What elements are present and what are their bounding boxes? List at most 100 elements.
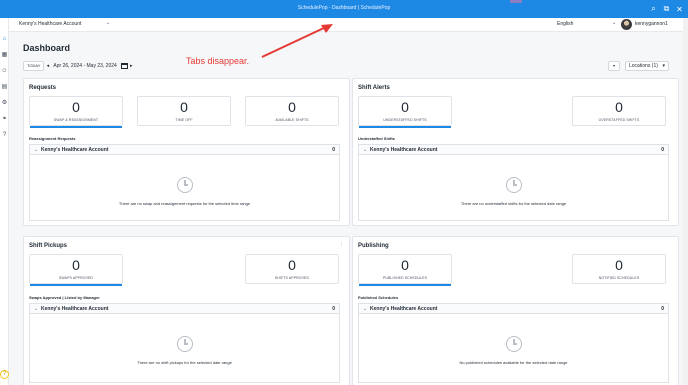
stat-label: SHIFTS APPROVED	[274, 276, 310, 280]
stat-label: PUBLISHED SCHEDULES	[382, 276, 428, 280]
section-subheading: Understaffed Shifts	[358, 136, 395, 141]
stat-card-understaffed[interactable]: 0 UNDERSTAFFED SHIFTS	[358, 96, 452, 128]
group-table: ⌄ Kenny's Healthcare Account 0 There are…	[29, 303, 340, 383]
date-range-label[interactable]: Apr 26, 2024 - May 23, 2024	[51, 63, 118, 69]
avatar[interactable]	[621, 19, 632, 30]
left-nav-rail: ⌂ ▦ ☺ ▤ ⚙ ⚭ ? ?	[0, 18, 9, 385]
shift-alerts-panel: Shift Alerts 0 UNDERSTAFFED SHIFTS 0 OVE…	[352, 78, 679, 226]
stat-card-available[interactable]: 0 AVAILABLE SHIFTS	[245, 96, 339, 126]
panel-title: Publishing	[358, 243, 389, 249]
group-count: 0	[661, 147, 664, 153]
panel-title: Shift Pickups	[29, 243, 68, 249]
group-name: Kenny's Healthcare Account	[370, 306, 438, 312]
extension-icon[interactable]: ⧉	[661, 4, 672, 14]
group-name: Kenny's Healthcare Account	[370, 147, 438, 153]
clock-icon	[177, 177, 193, 193]
stat-card-swap[interactable]: 0 SWAP & REASSIGNMENT	[29, 96, 123, 128]
prev-range-button[interactable]: ◂	[44, 63, 51, 69]
stat-value: 0	[180, 99, 188, 115]
active-indicator	[359, 284, 451, 286]
main-content: Dashboard TODAY ◂ Apr 26, 2024 - May 23,…	[9, 32, 688, 385]
next-range-button[interactable]: ▸	[128, 63, 135, 69]
stat-card-published[interactable]: 0 PUBLISHED SCHEDULES	[358, 254, 452, 286]
stat-label: NOTIFIED SCHEDULES	[598, 276, 640, 280]
stat-value: 0	[615, 257, 623, 273]
search-icon[interactable]: ⌕	[648, 4, 659, 14]
today-button[interactable]: TODAY	[23, 61, 45, 71]
stat-card-time-off[interactable]: 0 TIME OFF	[137, 96, 231, 126]
section-subheading: Published Schedules	[358, 295, 399, 300]
stat-card-swaps-approved[interactable]: 0 SWAPS APPROVED	[29, 254, 123, 286]
group-table: ⌄ Kenny's Healthcare Account 0 There are…	[358, 144, 669, 221]
chevron-down-icon: ▾	[662, 63, 665, 69]
stat-value: 0	[615, 99, 623, 115]
locations-label: Locations (1)	[629, 63, 658, 69]
shift-pickups-panel: Shift Pickups ⋮ 0 SWAPS APPROVED 0 SHIFT…	[23, 236, 350, 385]
clock-icon	[177, 336, 193, 352]
section-subheading: Reassignment Requests	[29, 136, 76, 141]
chevron-down-icon[interactable]: ⌄	[34, 306, 38, 312]
stat-value: 0	[72, 257, 80, 273]
close-icon[interactable]: ✕	[674, 4, 685, 14]
empty-state-text: There are no swap and reassignment reque…	[118, 201, 251, 206]
help-icon[interactable]: ?	[0, 370, 9, 379]
clock-icon	[506, 177, 522, 193]
report-icon[interactable]: ▤	[1, 84, 8, 91]
requests-panel: Requests 0 SWAP & REASSIGNMENT 0 TIME OF…	[23, 78, 350, 226]
stat-label: OVERSTAFFED SHIFTS	[598, 118, 640, 122]
stat-label: SWAPS APPROVED	[58, 276, 94, 280]
chevron-down-icon[interactable]: ⌄	[612, 20, 616, 26]
window-title: SchedulePop - Dashboard | SchedulePop	[297, 5, 391, 11]
publishing-panel: Publishing 0 PUBLISHED SCHEDULES 0 NOTIF…	[352, 236, 679, 385]
group-table: ⌄ Kenny's Healthcare Account 0 No publis…	[358, 303, 669, 383]
stat-card-shifts-approved[interactable]: 0 SHIFTS APPROVED	[245, 254, 339, 284]
stat-label: TIME OFF	[175, 118, 193, 122]
stat-card-overstaffed[interactable]: 0 OVERSTAFFED SHIFTS	[572, 96, 666, 126]
window-badge	[510, 0, 522, 3]
empty-state-text: There are no shift pickups for the selec…	[137, 360, 232, 365]
chevron-down-icon[interactable]: ⌄	[363, 306, 367, 312]
chevron-down-icon[interactable]: ⌄	[34, 147, 38, 153]
download-icon: ▾	[612, 63, 615, 68]
stat-value: 0	[401, 99, 409, 115]
chevron-down-icon[interactable]: ⌄	[106, 20, 110, 26]
empty-state-text: No published schedules available for the…	[459, 360, 568, 365]
group-header[interactable]: ⌄ Kenny's Healthcare Account 0	[30, 145, 339, 155]
stat-card-notified[interactable]: 0 NOTIFIED SCHEDULES	[572, 254, 666, 284]
annotation-text: Tabs disappear.	[186, 56, 250, 66]
group-header[interactable]: ⌄ Kenny's Healthcare Account 0	[359, 304, 668, 314]
group-count: 0	[332, 147, 335, 153]
group-count: 0	[332, 306, 335, 312]
group-name: Kenny's Healthcare Account	[41, 306, 109, 312]
active-indicator	[30, 284, 122, 286]
language-selector[interactable]: English	[557, 21, 573, 27]
group-header[interactable]: ⌄ Kenny's Healthcare Account 0	[30, 304, 339, 314]
group-header[interactable]: ⌄ Kenny's Healthcare Account 0	[359, 145, 668, 155]
download-button[interactable]: ▾	[608, 61, 620, 71]
browser-titlebar: SchedulePop - Dashboard | SchedulePop ⌕ …	[0, 0, 688, 18]
link-icon[interactable]: ⚭	[1, 116, 8, 123]
home-icon[interactable]: ⌂	[1, 36, 8, 43]
stat-label: UNDERSTAFFED SHIFTS	[383, 118, 427, 122]
empty-state-text: There are no understaffed shifts for the…	[460, 201, 567, 206]
help-circle-icon[interactable]: ?	[1, 132, 8, 139]
calendar-icon[interactable]	[120, 63, 128, 69]
locations-dropdown[interactable]: Locations (1) ▾	[625, 61, 669, 71]
settings-icon[interactable]: ⚙	[1, 100, 8, 107]
stat-label: SWAP & REASSIGNMENT	[53, 118, 99, 122]
section-subheading: Swaps Approved | Listed by Manager	[29, 295, 100, 300]
panel-title: Requests	[29, 85, 57, 91]
group-count: 0	[661, 306, 664, 312]
calendar-icon[interactable]: ▦	[1, 52, 8, 59]
stat-value: 0	[288, 257, 296, 273]
clock-icon	[506, 336, 522, 352]
chevron-down-icon[interactable]: ⌄	[363, 147, 367, 153]
users-icon[interactable]: ☺	[1, 68, 8, 75]
page-scrollbar[interactable]	[683, 18, 688, 385]
account-selector[interactable]: Kenny's Healthcare Account	[19, 21, 81, 27]
user-menu[interactable]: kennygannon1	[635, 21, 668, 27]
group-name: Kenny's Healthcare Account	[41, 147, 109, 153]
more-options-icon[interactable]: ⋮	[339, 242, 344, 248]
stat-value: 0	[288, 99, 296, 115]
active-indicator	[30, 126, 122, 128]
